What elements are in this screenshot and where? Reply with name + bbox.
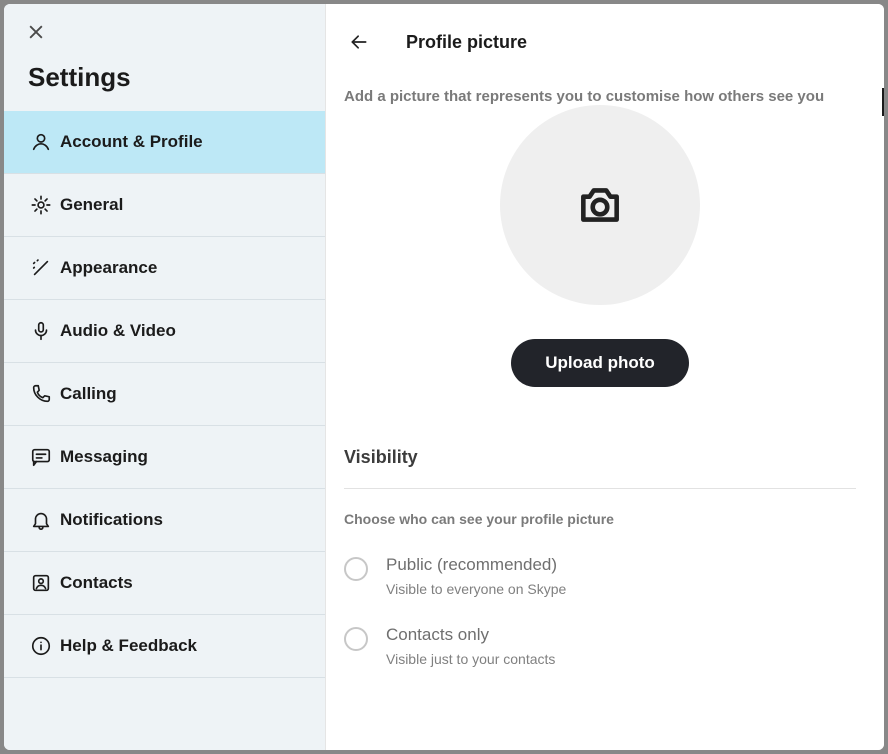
divider (344, 488, 856, 489)
content-header: Profile picture (344, 22, 856, 62)
settings-title: Settings (4, 54, 325, 111)
wand-icon (22, 257, 60, 279)
settings-content: Profile picture Add a picture that repre… (326, 4, 884, 750)
radio-texts: Public (recommended) Visible to everyone… (386, 555, 566, 597)
visibility-option-contacts[interactable]: Contacts only Visible just to your conta… (344, 625, 856, 667)
settings-dialog: Settings Account & Profile General Appea… (4, 4, 884, 750)
person-icon (22, 131, 60, 153)
visibility-option-public[interactable]: Public (recommended) Visible to everyone… (344, 555, 856, 597)
radio-label: Public (recommended) (386, 555, 566, 575)
close-icon[interactable] (26, 22, 46, 42)
scrollbar-fragment (882, 88, 884, 116)
avatar-placeholder[interactable] (500, 105, 700, 305)
phone-icon (22, 383, 60, 405)
sidebar-item-calling[interactable]: Calling (4, 363, 325, 426)
page-subtitle: Add a picture that represents you to cus… (344, 88, 856, 105)
settings-menu: Account & Profile General Appearance Aud… (4, 111, 325, 678)
radio-description: Visible just to your contacts (386, 651, 555, 667)
back-icon[interactable] (348, 32, 370, 52)
radio-texts: Contacts only Visible just to your conta… (386, 625, 555, 667)
sidebar-item-messaging[interactable]: Messaging (4, 426, 325, 489)
sidebar-item-label: Calling (60, 384, 117, 404)
sidebar-item-notifications[interactable]: Notifications (4, 489, 325, 552)
radio-icon[interactable] (344, 557, 368, 581)
radio-label: Contacts only (386, 625, 555, 645)
sidebar-item-label: Audio & Video (60, 321, 176, 341)
sidebar-item-help-feedback[interactable]: Help & Feedback (4, 615, 325, 678)
settings-sidebar: Settings Account & Profile General Appea… (4, 4, 326, 750)
avatar-block: Upload photo (344, 105, 856, 387)
mic-icon (22, 320, 60, 342)
contact-icon (22, 572, 60, 594)
bell-icon (22, 509, 60, 531)
sidebar-item-general[interactable]: General (4, 174, 325, 237)
sidebar-item-label: Notifications (60, 510, 163, 530)
camera-icon (572, 180, 628, 230)
sidebar-item-label: General (60, 195, 123, 215)
sidebar-item-label: Appearance (60, 258, 157, 278)
sidebar-item-appearance[interactable]: Appearance (4, 237, 325, 300)
radio-description: Visible to everyone on Skype (386, 581, 566, 597)
sidebar-item-contacts[interactable]: Contacts (4, 552, 325, 615)
sidebar-item-label: Account & Profile (60, 132, 203, 152)
radio-icon[interactable] (344, 627, 368, 651)
sidebar-item-account-profile[interactable]: Account & Profile (4, 111, 325, 174)
page-title: Profile picture (406, 32, 527, 53)
upload-photo-button[interactable]: Upload photo (511, 339, 689, 387)
gear-icon (22, 194, 60, 216)
info-icon (22, 635, 60, 657)
sidebar-item-label: Messaging (60, 447, 148, 467)
sidebar-item-label: Contacts (60, 573, 133, 593)
sidebar-item-label: Help & Feedback (60, 636, 197, 656)
visibility-heading: Visibility (344, 447, 856, 468)
sidebar-item-audio-video[interactable]: Audio & Video (4, 300, 325, 363)
visibility-description: Choose who can see your profile picture (344, 511, 856, 527)
message-icon (22, 446, 60, 468)
close-row (4, 4, 325, 54)
